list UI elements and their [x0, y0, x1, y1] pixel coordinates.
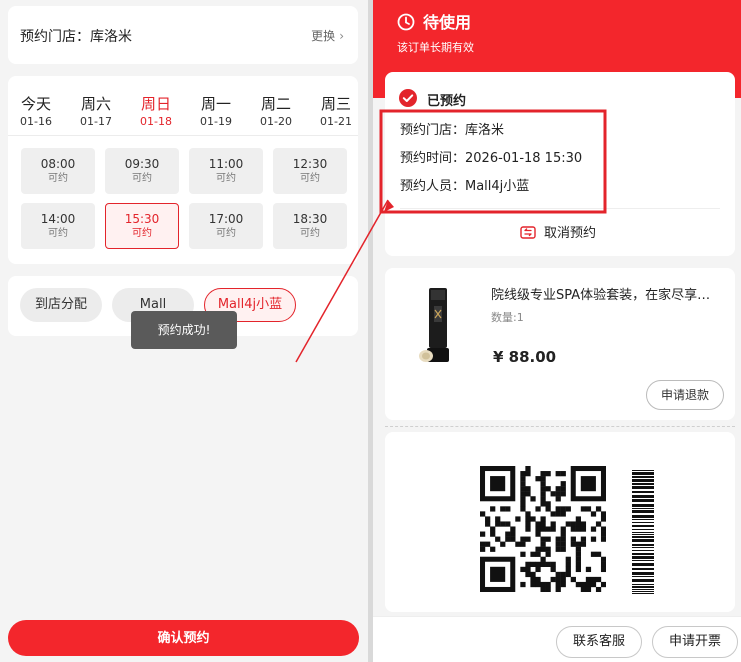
time-slot[interactable]: 17:00 可约	[189, 203, 263, 249]
appointment-status: 已预约	[427, 94, 467, 109]
day-date: 01-17	[80, 115, 112, 128]
time-slot[interactable]: 08:00 可约	[21, 148, 95, 194]
day-date: 01-16	[20, 115, 52, 128]
appointment-booking-panel: 预约门店：库洛米 更换 › 今天 01-16 周六 01-17 周日 01-18 …	[0, 0, 368, 662]
day-date: 01-19	[200, 115, 232, 128]
contact-service-button[interactable]: 联系客服	[556, 626, 642, 658]
time-slot[interactable]: 09:30 可约	[105, 148, 179, 194]
slot-time: 08:00	[40, 157, 76, 171]
slot-time: 09:30	[124, 157, 160, 171]
product-price: ¥ 88.00	[493, 348, 557, 366]
appointment-store: 预约门店：库洛米	[400, 123, 505, 138]
day-date: 01-18	[140, 115, 172, 128]
day-tab-0[interactable]: 今天 01-16	[11, 94, 61, 130]
qr-code-icon	[480, 466, 606, 592]
slot-state: 可约	[132, 173, 152, 184]
day-tabs: 今天 01-16 周六 01-17 周日 01-18 周一 01-19 周二 0…	[8, 76, 358, 151]
day-tab-3[interactable]: 周一 01-19	[191, 94, 241, 130]
day-date: 01-21	[320, 115, 352, 128]
slot-state: 可约	[300, 228, 320, 239]
store-card: 预约门店：库洛米 更换 ›	[8, 6, 358, 64]
slot-time: 14:00	[40, 212, 76, 226]
barcode-icon	[632, 470, 654, 594]
cancel-icon	[520, 225, 536, 239]
change-store-button[interactable]: 更换 ›	[311, 27, 344, 44]
day-date: 01-20	[260, 115, 292, 128]
order-status-title: 待使用	[423, 13, 472, 32]
slot-state: 可约	[132, 228, 152, 239]
order-detail-panel: 待使用 该订单长期有效 已预约 预约门店：库洛米 预约时间：2026-01-18…	[373, 0, 741, 662]
slot-state: 可约	[216, 173, 236, 184]
product-image	[419, 288, 449, 362]
slot-state: 可约	[48, 228, 68, 239]
slot-state: 可约	[48, 173, 68, 184]
date-time-card: 今天 01-16 周六 01-17 周日 01-18 周一 01-19 周二 0…	[8, 76, 358, 264]
day-tab-4[interactable]: 周二 01-20	[251, 94, 301, 130]
time-slot-selected[interactable]: 15:30 可约	[105, 203, 179, 249]
bottom-action-bar: 联系客服 申请开票	[373, 616, 741, 662]
order-status-subtitle: 该订单长期有效	[397, 41, 474, 54]
product-card: 院线级专业SPA体验套装，在家尽享五星级呵护 数量:1 ¥ 88.00 申请退款	[385, 268, 735, 420]
product-name[interactable]: 院线级专业SPA体验套装，在家尽享五星级呵护	[491, 284, 721, 303]
slot-time: 17:00	[208, 212, 244, 226]
cancel-appointment-button[interactable]: 取消预约	[520, 222, 596, 241]
time-slot[interactable]: 11:00 可约	[189, 148, 263, 194]
slot-state: 可约	[216, 228, 236, 239]
store-label: 预约门店：库洛米	[20, 29, 132, 45]
day-name: 周三	[320, 95, 351, 113]
time-slot[interactable]: 14:00 可约	[21, 203, 95, 249]
voucher-code-card	[385, 432, 735, 612]
slot-time: 18:30	[292, 212, 328, 226]
product-quantity: 数量:1	[491, 311, 524, 324]
day-tab-2[interactable]: 周日 01-18	[131, 94, 181, 151]
check-circle-icon	[399, 89, 417, 107]
slot-time: 12:30	[292, 157, 328, 171]
appointment-card: 已预约 预约门店：库洛米 预约时间：2026-01-18 15:30 预约人员：…	[385, 72, 735, 256]
day-name: 周一	[200, 95, 231, 113]
divider	[385, 426, 735, 427]
time-slot[interactable]: 18:30 可约	[273, 203, 347, 249]
request-invoice-button[interactable]: 申请开票	[652, 626, 738, 658]
cancel-appointment-label: 取消预约	[544, 226, 597, 241]
refund-button[interactable]: 申请退款	[646, 380, 724, 410]
divider	[8, 135, 358, 136]
success-toast: 预约成功!	[131, 311, 237, 349]
clock-icon	[397, 13, 415, 31]
staff-chip-auto[interactable]: 到店分配	[20, 288, 102, 322]
slot-state: 可约	[300, 173, 320, 184]
confirm-booking-button[interactable]: 确认预约	[8, 620, 359, 656]
time-slot[interactable]: 12:30 可约	[273, 148, 347, 194]
day-name: 周日	[140, 95, 171, 113]
appointment-time: 预约时间：2026-01-18 15:30	[400, 151, 583, 166]
appointment-person: 预约人员：Mall4j小蓝	[400, 179, 530, 194]
divider	[400, 208, 720, 209]
day-name: 周二	[260, 95, 291, 113]
change-store-label: 更换	[311, 29, 336, 43]
day-name: 今天	[20, 95, 51, 113]
chevron-right-icon: ›	[339, 29, 344, 43]
slot-time: 15:30	[124, 212, 160, 226]
day-name: 周六	[80, 95, 111, 113]
day-tab-1[interactable]: 周六 01-17	[71, 94, 121, 130]
slot-time: 11:00	[208, 157, 244, 171]
day-tab-5[interactable]: 周三 01-21	[311, 94, 358, 130]
